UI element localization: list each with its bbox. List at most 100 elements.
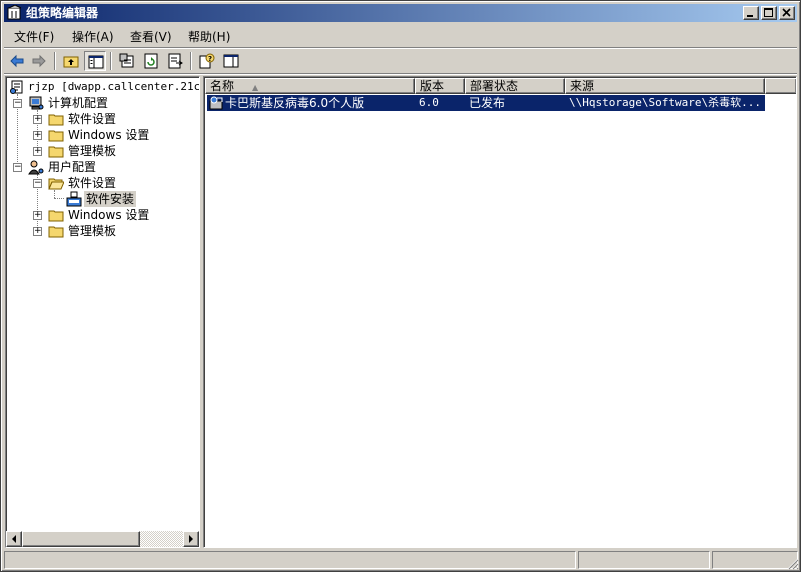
tree-horizontal-scrollbar[interactable] <box>6 531 199 547</box>
menu-help[interactable]: 帮助(H) <box>188 28 230 45</box>
folder-icon <box>48 143 64 159</box>
toolbar-separator <box>110 52 112 70</box>
back-arrow-icon <box>10 54 24 68</box>
tree-label: 用户配置 <box>48 160 97 174</box>
expand-toggle[interactable]: + <box>33 227 42 236</box>
folder-icon <box>48 223 64 239</box>
close-button[interactable] <box>779 6 795 20</box>
column-header-deploy-state[interactable]: 部署状态 <box>465 78 565 94</box>
group-policy-editor-window: 组策略编辑器 文件(F) 操作(A) 查看(V) 帮助(H) ? rjzp [d… <box>0 0 801 572</box>
details-list-pane[interactable]: 名称 ▲ 版本 部署状态 来源 卡巴斯基反病毒6.0个人版 6.0 已发布 \\H… <box>203 76 797 548</box>
cell-version: 6.0 <box>419 96 439 109</box>
tree-node-computer-software-settings[interactable]: + 软件设置 <box>6 111 199 127</box>
show-hide-action-pane-button[interactable] <box>220 51 242 71</box>
title-bar[interactable]: 组策略编辑器 <box>4 4 797 22</box>
expand-toggle[interactable]: + <box>33 147 42 156</box>
menu-action[interactable]: 操作(A) <box>72 28 114 45</box>
column-header-label: 版本 <box>420 79 445 93</box>
folder-icon <box>48 127 64 143</box>
tree-label: 软件设置 <box>68 176 117 190</box>
tree-label: 软件设置 <box>68 112 117 126</box>
folder-icon <box>48 111 64 127</box>
tree-label: 计算机配置 <box>48 96 109 110</box>
menu-file[interactable]: 文件(F) <box>14 28 54 45</box>
toolbar-separator <box>190 52 192 70</box>
column-header-version[interactable]: 版本 <box>415 78 465 94</box>
tree-node-root[interactable]: rjzp [dwapp.callcenter.21cn. <box>6 79 200 95</box>
menu-bar: 文件(F) 操作(A) 查看(V) 帮助(H) <box>4 24 797 46</box>
resize-grip-icon[interactable] <box>785 556 799 570</box>
folder-up-icon <box>63 56 79 68</box>
tree-node-computer-config[interactable]: − 计算机配置 <box>6 95 199 111</box>
maximize-button[interactable] <box>761 6 777 20</box>
expand-toggle[interactable]: + <box>33 131 42 140</box>
action-pane-icon <box>223 54 239 68</box>
tree-label: 管理模板 <box>68 144 117 158</box>
tree-node-software-installation[interactable]: 软件安装 <box>6 191 199 207</box>
svg-text:?: ? <box>208 55 212 63</box>
users-icon <box>28 159 44 175</box>
status-bar <box>4 550 799 570</box>
tree-node-computer-admin-templates[interactable]: + 管理模板 <box>6 143 199 159</box>
toolbar: ? <box>4 49 797 73</box>
forward-button[interactable] <box>28 51 50 71</box>
arrow-left-icon <box>12 535 16 543</box>
policy-scroll-icon <box>9 79 25 95</box>
close-icon <box>782 8 791 17</box>
column-header-label: 部署状态 <box>470 79 519 93</box>
folder-icon <box>48 207 64 223</box>
refresh-icon <box>144 53 158 69</box>
tree-label-selected: 软件安装 <box>84 191 137 207</box>
collapse-toggle[interactable]: − <box>13 99 22 108</box>
console-tree-pane[interactable]: rjzp [dwapp.callcenter.21cn. − 计算机配置 + 软… <box>5 76 200 548</box>
scroll-right-button[interactable] <box>183 531 199 547</box>
column-header-label: 来源 <box>570 79 595 93</box>
console-tree-icon <box>88 55 104 69</box>
column-header-source[interactable]: 来源 <box>565 78 765 94</box>
tree-root-label: rjzp [dwapp.callcenter.21cn. <box>28 80 200 93</box>
package-icon <box>208 95 224 111</box>
toolbar-separator-line <box>4 73 797 75</box>
forward-arrow-icon <box>32 54 46 68</box>
scrollbar-thumb[interactable] <box>22 531 140 547</box>
properties-icon <box>119 53 134 68</box>
refresh-button[interactable] <box>140 51 162 71</box>
status-panel-2 <box>578 551 710 569</box>
computer-icon <box>28 95 44 111</box>
column-header-name[interactable]: 名称 ▲ <box>205 78 415 94</box>
status-panel-main <box>4 551 576 569</box>
back-button[interactable] <box>6 51 28 71</box>
maximize-icon <box>764 8 773 17</box>
minimize-button[interactable] <box>743 6 759 20</box>
window-title: 组策略编辑器 <box>26 6 99 20</box>
tree-node-user-windows-settings[interactable]: + Windows 设置 <box>6 207 199 223</box>
arrow-right-icon <box>189 535 193 543</box>
sort-ascending-icon: ▲ <box>252 83 259 92</box>
software-install-icon <box>66 191 82 207</box>
cell-status: 已发布 <box>469 96 506 110</box>
export-list-icon <box>168 53 183 69</box>
show-hide-tree-button[interactable] <box>84 51 106 71</box>
properties-button[interactable] <box>116 51 138 71</box>
tree-node-user-software-settings[interactable]: − 软件设置 <box>6 175 199 191</box>
expand-toggle[interactable]: + <box>33 115 42 124</box>
tree-node-user-config[interactable]: − 用户配置 <box>6 159 199 175</box>
folder-open-icon <box>48 175 65 191</box>
column-header-label: 名称 <box>210 79 235 93</box>
collapse-toggle[interactable]: − <box>13 163 22 172</box>
export-list-button[interactable] <box>164 51 186 71</box>
collapse-toggle[interactable]: − <box>33 179 42 188</box>
scroll-left-button[interactable] <box>6 531 22 547</box>
expand-toggle[interactable]: + <box>33 211 42 220</box>
tree-label: Windows 设置 <box>68 128 150 142</box>
cell-source: \\Hqstorage\Software\杀毒软... <box>569 96 761 109</box>
list-item[interactable]: 卡巴斯基反病毒6.0个人版 6.0 已发布 \\Hqstorage\Softwa… <box>207 95 765 111</box>
policy-app-icon <box>7 4 23 21</box>
cell-name: 卡巴斯基反病毒6.0个人版 <box>225 96 365 110</box>
help-button[interactable]: ? <box>196 51 218 71</box>
tree-node-computer-windows-settings[interactable]: + Windows 设置 <box>6 127 199 143</box>
up-one-level-button[interactable] <box>60 51 82 71</box>
menu-view[interactable]: 查看(V) <box>130 28 172 45</box>
tree-label: 管理模板 <box>68 224 117 238</box>
tree-node-user-admin-templates[interactable]: + 管理模板 <box>6 223 199 239</box>
